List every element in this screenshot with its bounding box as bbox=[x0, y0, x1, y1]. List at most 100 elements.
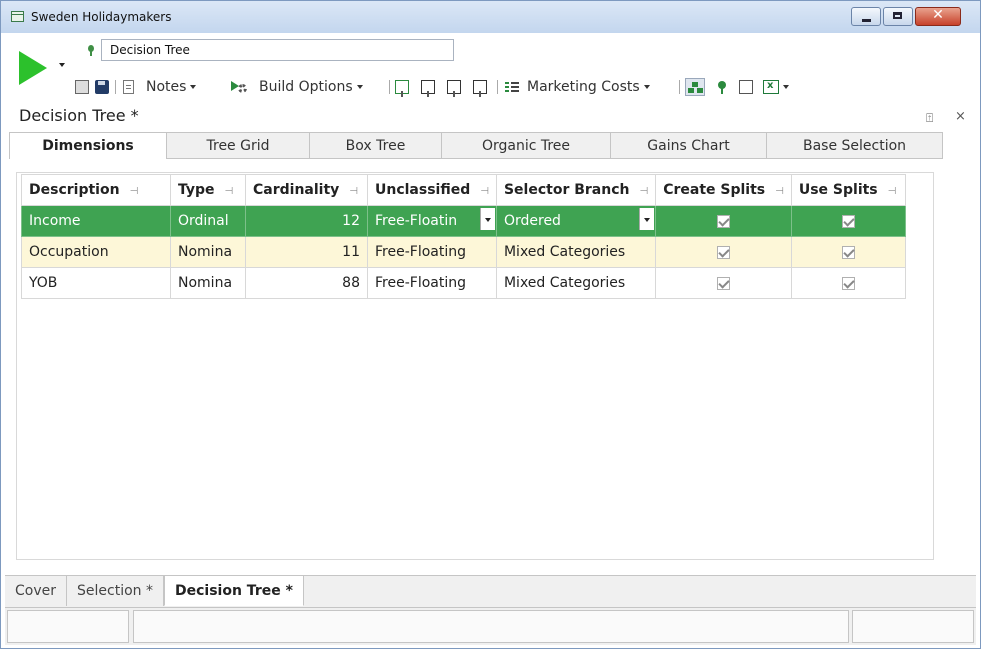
cell-create-splits[interactable] bbox=[655, 205, 792, 237]
doc-tab-decision-tree[interactable]: Decision Tree * bbox=[164, 576, 304, 606]
tab-strip: Dimensions Tree Grid Box Tree Organic Tr… bbox=[9, 132, 943, 159]
chevron-down-icon[interactable] bbox=[479, 208, 495, 230]
add-split-button[interactable] bbox=[395, 77, 409, 97]
window-title: Sweden Holidaymakers bbox=[31, 10, 172, 24]
insert-split-icon bbox=[447, 80, 461, 97]
use-splits-checkbox[interactable] bbox=[841, 276, 855, 290]
insert-split-button[interactable] bbox=[447, 77, 461, 97]
status-panel bbox=[133, 610, 849, 643]
run-icon[interactable] bbox=[19, 51, 47, 85]
tab-gains-chart[interactable]: Gains Chart bbox=[611, 132, 767, 159]
cell-cardinality[interactable]: 11 bbox=[245, 236, 368, 268]
create-splits-checkbox[interactable] bbox=[717, 245, 731, 259]
cell-description[interactable]: Income bbox=[21, 205, 171, 237]
column-header-cardinality[interactable]: Cardinality ⊣ bbox=[245, 174, 368, 206]
doc-tab-cover[interactable]: Cover bbox=[5, 576, 67, 606]
column-header-selector-branch[interactable]: Selector Branch ⊣ bbox=[495, 174, 657, 206]
cell-selector-branch[interactable]: Mixed Categories bbox=[495, 236, 657, 268]
cell-cardinality[interactable]: 88 bbox=[245, 267, 368, 299]
notes-button[interactable]: Notes bbox=[123, 77, 197, 97]
marketing-costs-button[interactable]: Marketing Costs bbox=[505, 77, 650, 97]
build-options-label: Build Options bbox=[259, 79, 353, 95]
cell-create-splits[interactable] bbox=[655, 236, 792, 268]
cell-selector-branch[interactable]: Mixed Categories bbox=[495, 267, 657, 299]
remove-split-button[interactable] bbox=[473, 77, 487, 97]
chevron-down-icon bbox=[190, 85, 197, 89]
status-panel bbox=[852, 610, 974, 643]
chevron-down-icon[interactable] bbox=[639, 208, 655, 230]
minimize-button[interactable] bbox=[851, 7, 881, 26]
create-splits-checkbox[interactable] bbox=[717, 276, 731, 290]
tree-view-button[interactable] bbox=[685, 77, 705, 97]
column-header-create-splits[interactable]: Create Splits ⊣ bbox=[655, 174, 792, 206]
cell-unclassified[interactable]: Free-Floating bbox=[367, 236, 497, 268]
chevron-down-icon bbox=[643, 85, 650, 89]
column-pin-icon[interactable]: ⊣ bbox=[888, 186, 897, 197]
column-pin-icon[interactable]: ⊣ bbox=[775, 186, 784, 197]
toolbar-separator bbox=[389, 80, 390, 94]
status-panel bbox=[7, 610, 129, 643]
tree-pin-icon bbox=[713, 80, 727, 94]
column-pin-icon[interactable]: ⊣ bbox=[225, 186, 234, 197]
use-splits-checkbox[interactable] bbox=[841, 245, 855, 259]
column-pin-icon[interactable]: ⊣ bbox=[480, 186, 489, 197]
unclassified-value: Free-Floatin bbox=[375, 213, 458, 229]
toolbar-separator bbox=[115, 80, 116, 94]
tab-dimensions[interactable]: Dimensions bbox=[9, 132, 167, 159]
chevron-down-icon bbox=[783, 85, 789, 89]
object-name-input[interactable] bbox=[101, 39, 454, 61]
pin-icon[interactable]: ⍐ bbox=[926, 111, 933, 126]
build-options-button[interactable]: Build Options bbox=[231, 77, 363, 97]
cell-create-splits[interactable] bbox=[655, 267, 792, 299]
lock-button[interactable] bbox=[75, 77, 89, 97]
chevron-down-icon bbox=[356, 85, 363, 89]
cell-type[interactable]: Nomina bbox=[170, 236, 246, 268]
export-button[interactable] bbox=[739, 77, 753, 97]
panel-title: Decision Tree * bbox=[19, 106, 139, 125]
column-header-type[interactable]: Type ⊣ bbox=[170, 174, 246, 206]
selector-branch-value: Ordered bbox=[503, 213, 561, 229]
cell-unclassified[interactable]: Free-Floatin bbox=[367, 205, 497, 237]
table-row[interactable]: Income Ordinal 12 Free-Floatin Ordered bbox=[21, 205, 906, 237]
add-split-icon bbox=[395, 80, 409, 97]
cell-description[interactable]: Occupation bbox=[21, 236, 171, 268]
excel-export-button[interactable] bbox=[763, 77, 789, 97]
close-panel-icon[interactable]: × bbox=[955, 109, 966, 124]
export-icon bbox=[739, 80, 753, 94]
cell-use-splits[interactable] bbox=[790, 236, 906, 268]
cell-type[interactable]: Ordinal bbox=[170, 205, 246, 237]
save-button[interactable] bbox=[95, 77, 109, 97]
use-splits-checkbox[interactable] bbox=[841, 214, 855, 228]
cell-type[interactable]: Nomina bbox=[170, 267, 246, 299]
tab-tree-grid[interactable]: Tree Grid bbox=[167, 132, 310, 159]
doc-tab-selection[interactable]: Selection * bbox=[67, 576, 164, 606]
toolbar-separator bbox=[497, 80, 498, 94]
tab-organic-tree[interactable]: Organic Tree bbox=[442, 132, 611, 159]
save-icon bbox=[95, 80, 109, 94]
column-header-description[interactable]: Description ⊣ bbox=[21, 174, 171, 206]
cell-unclassified[interactable]: Free-Floating bbox=[367, 267, 497, 299]
column-header-unclassified[interactable]: Unclassified ⊣ bbox=[367, 174, 497, 206]
tree-pin-button[interactable] bbox=[713, 77, 727, 97]
cell-use-splits[interactable] bbox=[790, 205, 906, 237]
run-dropdown-icon[interactable] bbox=[59, 63, 65, 67]
cell-cardinality[interactable]: 12 bbox=[245, 205, 368, 237]
tab-base-selection[interactable]: Base Selection bbox=[767, 132, 943, 159]
cell-description[interactable]: YOB bbox=[21, 267, 171, 299]
cell-selector-branch[interactable]: Ordered bbox=[495, 205, 657, 237]
cell-use-splits[interactable] bbox=[790, 267, 906, 299]
tree-icon bbox=[685, 78, 705, 96]
app-window: Sweden Holidaymakers ✕ Notes Build Optio… bbox=[0, 0, 981, 649]
tab-box-tree[interactable]: Box Tree bbox=[310, 132, 442, 159]
move-split-button[interactable] bbox=[421, 77, 435, 97]
close-window-button[interactable]: ✕ bbox=[915, 7, 961, 26]
table-header-row: Description ⊣ Type ⊣ Cardinality ⊣ Unclassi… bbox=[21, 174, 906, 206]
column-pin-icon[interactable]: ⊣ bbox=[130, 186, 139, 197]
create-splits-checkbox[interactable] bbox=[717, 214, 731, 228]
maximize-button[interactable] bbox=[883, 7, 913, 26]
table-row[interactable]: YOB Nomina 88 Free-Floating Mixed Catego… bbox=[21, 267, 906, 299]
column-pin-icon[interactable]: ⊣ bbox=[349, 186, 358, 197]
table-row[interactable]: Occupation Nomina 11 Free-Floating Mixed… bbox=[21, 236, 906, 268]
column-header-use-splits[interactable]: Use Splits ⊣ bbox=[790, 174, 906, 206]
column-pin-icon[interactable]: ⊣ bbox=[639, 186, 648, 197]
